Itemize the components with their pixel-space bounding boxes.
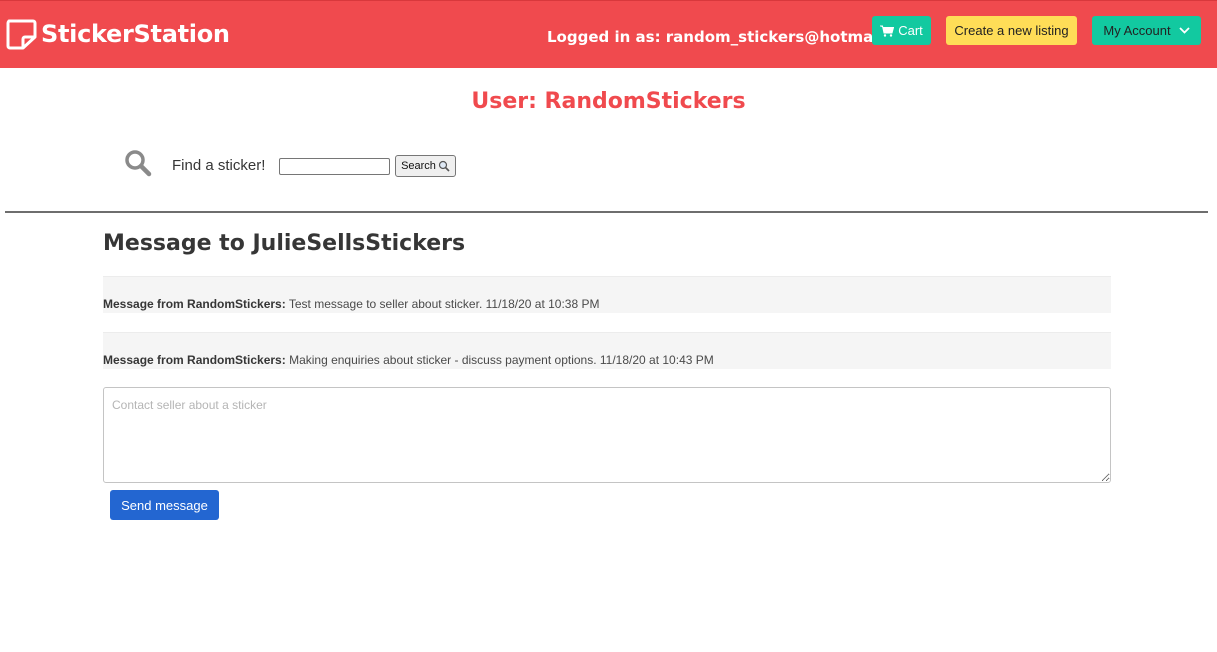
message-item: Message from RandomStickers: Making enqu… bbox=[103, 332, 1111, 369]
message-sender: Message from RandomStickers: bbox=[103, 353, 286, 367]
sticker-note-icon bbox=[6, 19, 37, 50]
cart-label: Cart bbox=[898, 23, 923, 38]
message-sender: Message from RandomStickers: bbox=[103, 297, 286, 311]
send-message-button[interactable]: Send message bbox=[110, 490, 219, 520]
message-text: Making enquiries about sticker - discuss… bbox=[285, 353, 714, 367]
brand-logo[interactable]: StickerStation bbox=[5, 17, 230, 51]
search-button[interactable]: Search bbox=[395, 155, 456, 177]
page-title: User: RandomStickers bbox=[471, 89, 746, 114]
section-divider bbox=[5, 211, 1208, 213]
chevron-down-icon bbox=[1178, 27, 1190, 34]
create-listing-label: Create a new listing bbox=[954, 23, 1069, 38]
cart-button[interactable]: Cart bbox=[872, 16, 931, 45]
brand-name: StickerStation bbox=[41, 20, 230, 48]
magnifier-icon bbox=[438, 160, 450, 172]
create-listing-button[interactable]: Create a new listing bbox=[946, 16, 1077, 45]
cart-icon bbox=[880, 25, 895, 37]
navbar: StickerStation Logged in as: random_stic… bbox=[0, 0, 1217, 68]
send-message-label: Send message bbox=[121, 497, 208, 513]
message-item: Message from RandomStickers: Test messag… bbox=[103, 276, 1111, 313]
my-account-label: My Account bbox=[1103, 23, 1171, 38]
search-input[interactable] bbox=[279, 158, 390, 175]
message-text: Test message to seller about sticker. 11… bbox=[285, 297, 600, 311]
conversation-title: Message to JulieSellsStickers bbox=[103, 231, 466, 256]
search-icon bbox=[125, 150, 152, 177]
search-button-label: Search bbox=[401, 160, 436, 172]
message-compose-field[interactable] bbox=[103, 387, 1111, 483]
search-label: Find a sticker! bbox=[172, 157, 266, 174]
my-account-button[interactable]: My Account bbox=[1092, 16, 1201, 45]
logged-in-status: Logged in as: random_stickers@hotmail.co… bbox=[547, 28, 925, 46]
